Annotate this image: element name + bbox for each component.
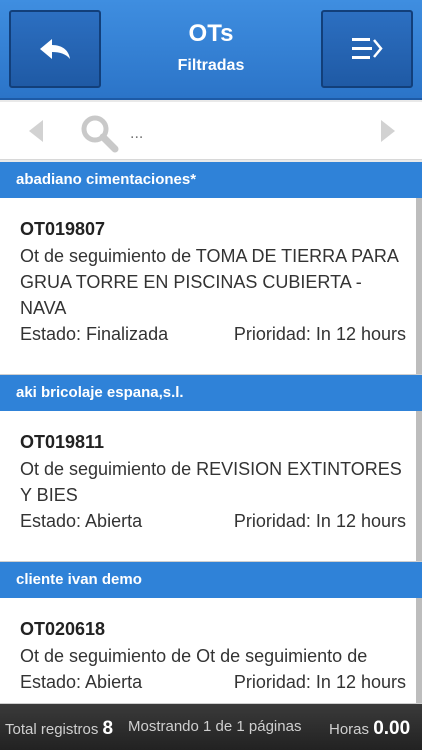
menu-button[interactable] xyxy=(321,10,413,88)
scrollbar[interactable] xyxy=(416,198,422,374)
client-header: cliente ivan demo xyxy=(0,562,422,598)
work-order-card[interactable]: OT019811 Ot de seguimiento de REVISION E… xyxy=(0,411,422,562)
work-order-status: Estado: Abierta xyxy=(20,511,143,531)
work-order-status: Estado: Finalizada xyxy=(20,324,169,344)
work-order-id: OT019811 xyxy=(20,432,105,452)
work-order-description: Ot de seguimiento de Ot de seguimiento d… xyxy=(20,646,368,666)
previous-arrow-icon[interactable] xyxy=(28,119,44,143)
work-order-description: Ot de seguimiento de TOMA DE TIERRA PARA… xyxy=(20,246,398,318)
status-footer: Total registros 8 Mostrando 1 de 1 págin… xyxy=(0,704,422,750)
work-order-card[interactable]: OT019807 Ot de seguimiento de TOMA DE TI… xyxy=(0,198,422,375)
work-order-priority: Prioridad: In 12 hours xyxy=(233,324,406,344)
work-order-priority: Prioridad: In 12 hours xyxy=(233,672,406,692)
scrollbar[interactable] xyxy=(416,598,422,703)
client-group: aki bricolaje espana,s.l. OT019811 Ot de… xyxy=(0,375,422,562)
total-records-value: 8 xyxy=(102,718,114,739)
app-header: OTs Filtradas xyxy=(0,0,422,100)
client-header: abadiano cimentaciones* xyxy=(0,162,422,198)
paging-info: Mostrando 1 de 1 páginas xyxy=(128,718,302,735)
menu-list-icon xyxy=(352,38,383,59)
search-input[interactable] xyxy=(130,122,360,146)
hours-value: 0.00 xyxy=(373,718,411,739)
total-records: Total registros 8 xyxy=(5,718,113,740)
work-order-description: Ot de seguimiento de REVISION EXTINTORES… xyxy=(20,459,402,505)
client-group: cliente ivan demo OT020618 Ot de seguimi… xyxy=(0,562,422,704)
search-icon xyxy=(81,115,119,153)
work-order-meta: Estado: Abierta Prioridad: In 12 hours xyxy=(20,508,408,534)
work-order-id: OT019807 xyxy=(20,219,106,239)
work-order-id: OT020618 xyxy=(20,619,106,639)
search-bar xyxy=(0,102,422,160)
work-order-priority: Prioridad: In 12 hours xyxy=(233,511,406,531)
hours-total: Horas 0.00 xyxy=(329,718,410,740)
work-order-status: Estado: Abierta xyxy=(20,672,143,692)
total-records-label: Total registros xyxy=(5,721,99,738)
scrollbar[interactable] xyxy=(416,411,422,561)
next-arrow-icon[interactable] xyxy=(380,119,396,143)
hours-label: Horas xyxy=(329,721,370,738)
work-order-card[interactable]: OT020618 Ot de seguimiento de Ot de segu… xyxy=(0,598,422,704)
client-group: abadiano cimentaciones* OT019807 Ot de s… xyxy=(0,162,422,375)
work-order-meta: Estado: Finalizada Prioridad: In 12 hour… xyxy=(20,321,408,347)
client-header: aki bricolaje espana,s.l. xyxy=(0,375,422,411)
work-order-meta: Estado: Abierta Prioridad: In 12 hours xyxy=(20,669,408,695)
